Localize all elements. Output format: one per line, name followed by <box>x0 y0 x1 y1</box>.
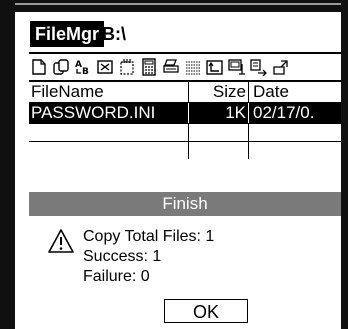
screen-frame-top <box>0 0 348 12</box>
toolbar: AB <box>29 52 341 82</box>
new-file-icon <box>32 59 46 75</box>
empty-cell <box>249 142 341 159</box>
list-icon <box>186 61 200 75</box>
table-header: FileName Size Date <box>29 82 341 103</box>
print-button[interactable] <box>161 57 181 77</box>
copy-icon <box>53 59 69 75</box>
copy-button[interactable] <box>51 57 71 77</box>
delete-icon <box>97 60 113 74</box>
dialog-title: Finish <box>29 192 341 216</box>
table-row[interactable]: PASSWORD.INI 1K 02/17/0. <box>29 103 341 123</box>
screen-frame-right <box>341 0 348 329</box>
file-date-cell: 02/17/0. <box>253 103 315 122</box>
delete-button[interactable] <box>95 57 115 77</box>
properties-icon <box>228 59 245 75</box>
print-icon <box>163 59 179 73</box>
rename-icon: AB <box>75 60 89 76</box>
properties-button[interactable] <box>227 57 247 77</box>
up-folder-button[interactable] <box>205 57 225 77</box>
filemgr-window: FileMgr B:\ AB FileName Size Date PASSWO… <box>15 12 341 329</box>
new-file-button[interactable] <box>29 57 49 77</box>
title-bar: FileMgr B:\ <box>15 17 341 47</box>
exit-button[interactable] <box>271 57 291 77</box>
app-title: FileMgr <box>30 21 105 47</box>
up-folder-icon <box>206 60 223 75</box>
column-header-size[interactable]: Size <box>189 82 249 102</box>
copy-total-text: Copy Total Files: 1 <box>83 228 215 245</box>
empty-cell <box>189 142 249 159</box>
empty-row <box>29 141 341 159</box>
select-icon <box>120 59 134 75</box>
svg-text:A: A <box>75 60 82 70</box>
success-text: Success: 1 <box>83 248 162 265</box>
exit-icon <box>273 60 288 75</box>
rename-button[interactable]: AB <box>73 57 93 77</box>
select-button[interactable] <box>117 57 137 77</box>
send-button[interactable] <box>249 57 269 77</box>
empty-cell <box>189 124 249 141</box>
file-size-cell: 1K <box>189 103 249 123</box>
calculator-button[interactable] <box>139 57 159 77</box>
screen-frame-top-line <box>0 3 348 5</box>
empty-cell <box>249 124 341 141</box>
file-name-cell: PASSWORD.INI <box>29 103 189 123</box>
warning-icon <box>48 229 74 253</box>
current-drive: B:\ <box>102 24 126 44</box>
svg-text:B: B <box>82 67 89 76</box>
screen-frame-left <box>0 0 15 329</box>
send-icon <box>250 59 267 76</box>
ok-button[interactable]: OK <box>164 299 248 323</box>
empty-cell <box>29 142 189 159</box>
empty-row <box>29 123 341 141</box>
column-header-date[interactable]: Date <box>249 82 341 102</box>
column-header-filename[interactable]: FileName <box>29 82 189 102</box>
empty-cell <box>29 124 189 141</box>
failure-text: Failure: 0 <box>83 268 150 285</box>
finish-dialog: Finish Copy Total Files: 1 Success: 1 Fa… <box>29 192 341 329</box>
list-button[interactable] <box>183 57 203 77</box>
calculator-icon <box>142 58 156 76</box>
file-table: FileName Size Date PASSWORD.INI 1K 02/17… <box>29 82 341 159</box>
